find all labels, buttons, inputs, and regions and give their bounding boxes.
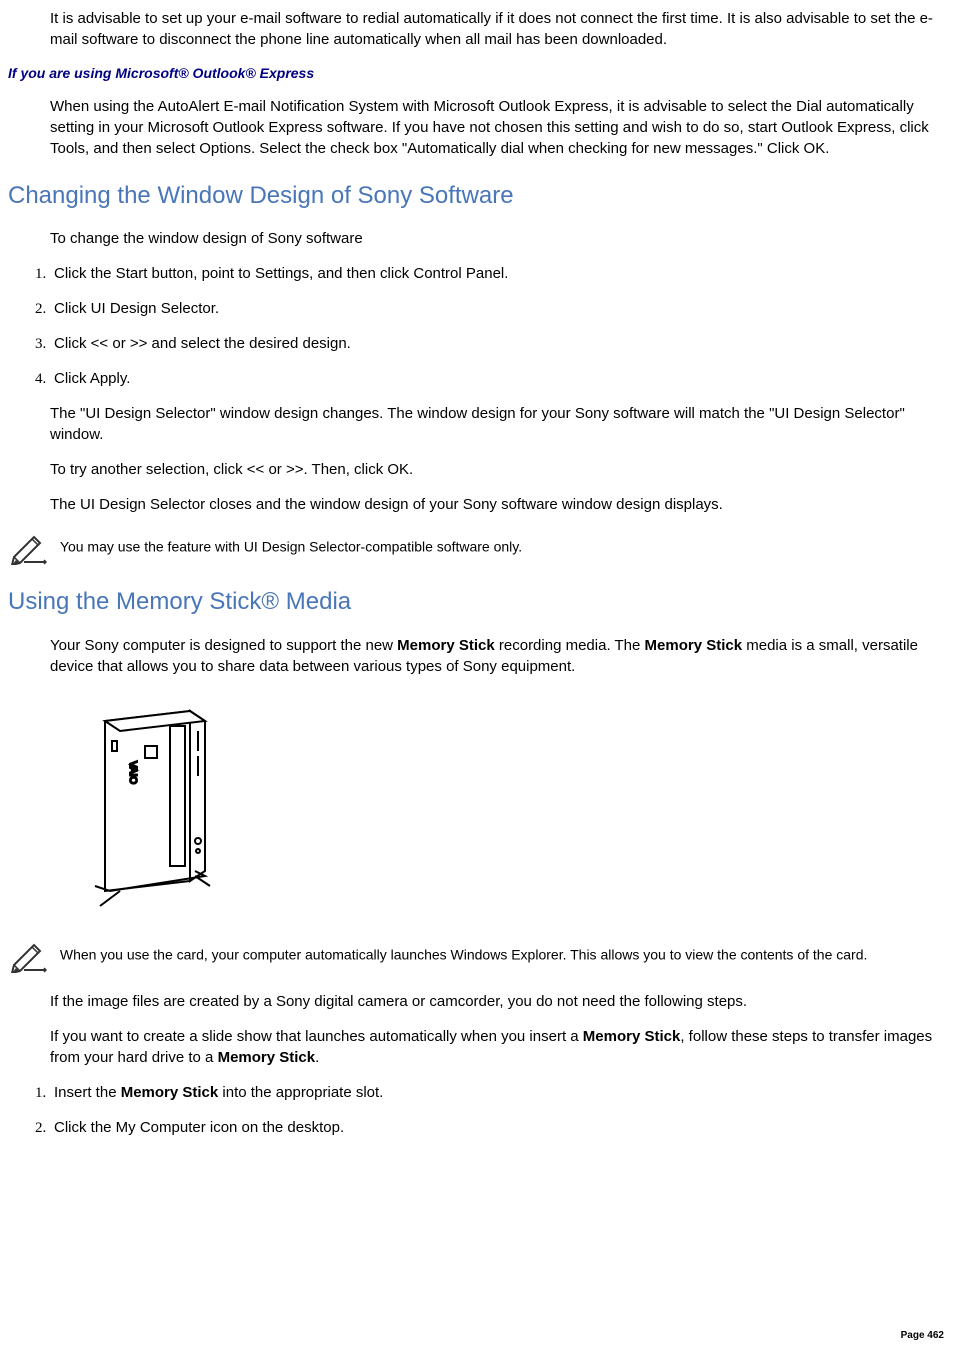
- svg-text:VAIO: VAIO: [127, 761, 138, 784]
- changing-para-2: To try another selection, click << or >>…: [50, 459, 946, 480]
- list-item: Click the My Computer icon on the deskto…: [50, 1117, 946, 1138]
- list-item: Click UI Design Selector.: [50, 298, 946, 319]
- text: If you want to create a slide show that …: [50, 1028, 583, 1045]
- heading-memory-stick: Using the Memory Stick® Media: [8, 585, 946, 619]
- computer-illustration: VAIO: [50, 691, 946, 917]
- text: Insert the: [54, 1084, 121, 1101]
- memory-slide-para: If you want to create a slide show that …: [50, 1026, 946, 1068]
- text: Your Sony computer is designed to suppor…: [50, 637, 397, 654]
- outlook-subheading: If you are using Microsoft® Outlook® Exp…: [8, 64, 946, 84]
- bold-text: Memory Stick: [397, 637, 495, 654]
- bold-text: Memory Stick: [645, 637, 743, 654]
- note-memory-explorer: When you use the card, your computer aut…: [8, 937, 946, 973]
- intro-paragraph: It is advisable to set up your e-mail so…: [50, 8, 946, 50]
- list-item: Click the Start button, point to Setting…: [50, 263, 946, 284]
- changing-intro: To change the window design of Sony soft…: [50, 228, 946, 249]
- memory-steps-list: Insert the Memory Stick into the appropr…: [8, 1082, 946, 1138]
- list-item: Click << or >> and select the desired de…: [50, 333, 946, 354]
- page-number: Page 462: [901, 1329, 944, 1343]
- text: .: [315, 1049, 319, 1066]
- changing-para-1: The "UI Design Selector" window design c…: [50, 403, 946, 445]
- changing-para-3: The UI Design Selector closes and the wi…: [50, 494, 946, 515]
- bold-text: Memory Stick: [121, 1084, 219, 1101]
- changing-steps-list: Click the Start button, point to Setting…: [8, 263, 946, 389]
- text: recording media. The: [495, 637, 645, 654]
- list-item: Click Apply.: [50, 368, 946, 389]
- note-text: You may use the feature with UI Design S…: [60, 539, 522, 555]
- pencil-note-icon: [8, 937, 52, 973]
- memory-intro: Your Sony computer is designed to suppor…: [50, 635, 946, 677]
- memory-para-1: If the image files are created by a Sony…: [50, 991, 946, 1012]
- text: into the appropriate slot.: [218, 1084, 383, 1101]
- note-text: When you use the card, your computer aut…: [60, 946, 867, 962]
- heading-changing-window-design: Changing the Window Design of Sony Softw…: [8, 179, 946, 213]
- list-item: Insert the Memory Stick into the appropr…: [50, 1082, 946, 1103]
- outlook-paragraph: When using the AutoAlert E-mail Notifica…: [50, 96, 946, 159]
- pencil-note-icon: [8, 529, 52, 565]
- bold-text: Memory Stick: [583, 1028, 681, 1045]
- note-ui-design: You may use the feature with UI Design S…: [8, 529, 946, 565]
- bold-text: Memory Stick: [218, 1049, 316, 1066]
